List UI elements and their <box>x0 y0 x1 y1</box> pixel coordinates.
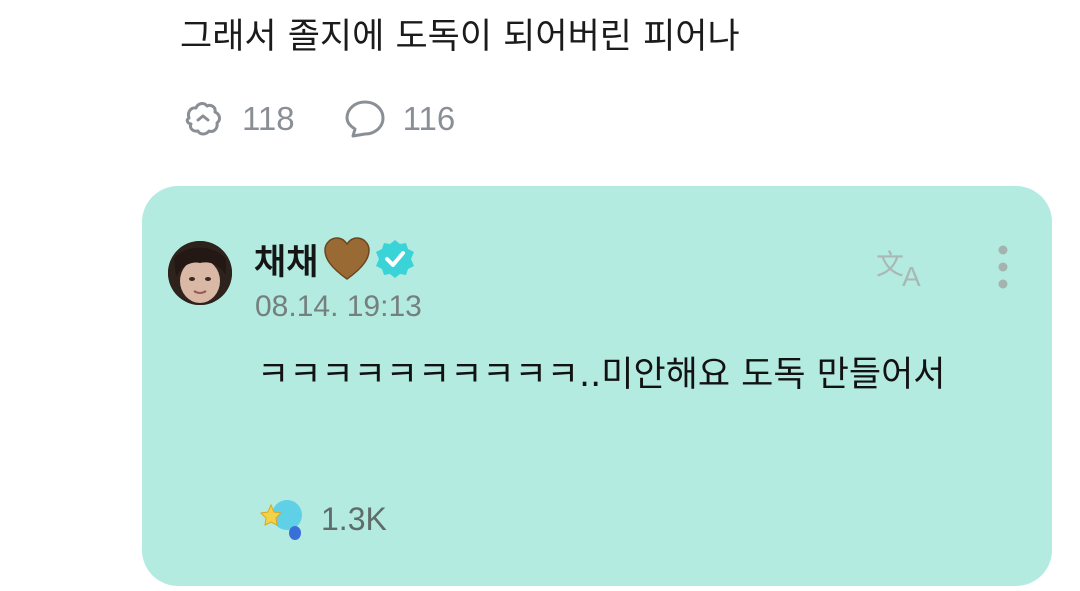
comment-body: ㅋㅋㅋㅋㅋㅋㅋㅋㅋㅋ..미안해요 도독 만들어서 <box>257 355 946 395</box>
comment-count: 116 <box>402 100 456 137</box>
reaction-count: 1.3K <box>321 500 387 537</box>
more-options-icon[interactable] <box>988 244 1018 292</box>
comment-bubble-icon[interactable] <box>341 95 389 143</box>
avatar[interactable] <box>168 241 232 305</box>
reaction[interactable]: 1.3K <box>257 494 387 544</box>
like-count: 118 <box>242 100 295 137</box>
comment-timestamp: 08.14. 19:13 <box>255 290 422 323</box>
like-stat[interactable]: 118 <box>180 95 295 143</box>
post-stats: 118 116 <box>180 94 501 144</box>
page: 그래서 졸지에 도독이 되어버린 피어나 118 116 채채 08.14. 1… <box>0 0 1080 591</box>
brown-heart-icon <box>322 236 372 282</box>
author-row: 채채 <box>254 234 416 284</box>
comment-stat[interactable]: 116 <box>341 95 456 143</box>
like-icon[interactable] <box>180 95 228 143</box>
comment-card: 채채 08.14. 19:13 文 A ㅋㅋㅋㅋㅋㅋㅋㅋㅋㅋ..미안해요 도독 … <box>142 186 1052 586</box>
post-text: 그래서 졸지에 도독이 되어버린 피어나 <box>180 17 740 57</box>
svg-text:A: A <box>902 261 921 292</box>
translate-icon[interactable]: 文 A <box>874 242 934 292</box>
star-reaction-icon[interactable] <box>257 495 307 543</box>
svg-text:文: 文 <box>876 248 904 281</box>
author-name[interactable]: 채채 <box>254 234 318 285</box>
verified-badge-icon <box>374 238 416 280</box>
